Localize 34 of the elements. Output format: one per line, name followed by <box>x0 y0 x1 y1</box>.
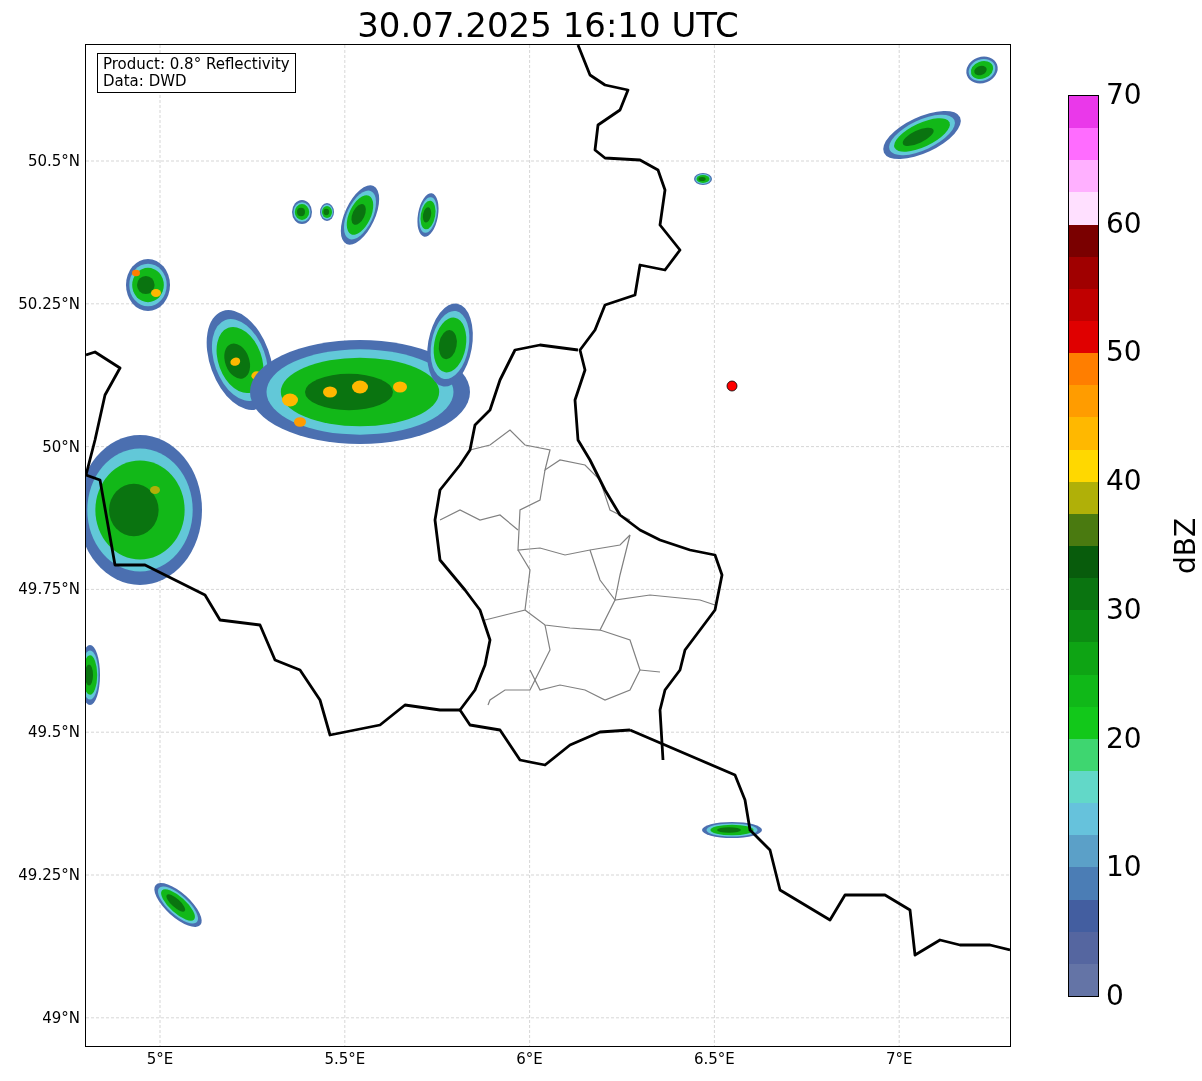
radar-echo <box>86 645 100 705</box>
colorbar-tick-label: 20 <box>1106 722 1142 755</box>
latitude-label: 50.5°N <box>27 152 80 170</box>
latitude-label: 49.25°N <box>18 866 80 884</box>
colorbar-label: dBZ <box>1170 517 1202 575</box>
radar-echo <box>702 822 762 838</box>
legend-text: Product: 0.8° Reflectivity Data: DWD <box>97 53 296 93</box>
colorbar-tick-label: 60 <box>1106 207 1142 240</box>
radar-echo <box>417 193 439 237</box>
longitude-label: 6.5°E <box>693 1050 735 1068</box>
colorbar-tick-label: 0 <box>1106 980 1124 1012</box>
colorbar-tick-label: 50 <box>1106 336 1142 369</box>
longitude-label: 5°E <box>146 1050 174 1068</box>
radar-echo <box>966 56 998 84</box>
latitude-label: 49.5°N <box>27 723 80 742</box>
radar-echo <box>292 200 312 224</box>
latitude-label: 49°N <box>42 1008 80 1027</box>
longitude-label: 7°E <box>885 1050 913 1068</box>
colorbar-tick-label: 30 <box>1106 593 1142 626</box>
radar-echo <box>694 173 712 185</box>
colorbar-tick-label: 40 <box>1106 465 1142 498</box>
latitude-label: 50°N <box>42 437 80 456</box>
radar-echo <box>154 883 202 927</box>
radar-echo <box>340 185 380 245</box>
latitude-label: 49.75°N <box>18 580 80 599</box>
longitude-label: 6°E <box>516 1050 543 1068</box>
colorbar-tick-label: 10 <box>1106 851 1142 884</box>
colorbar-tick-label: 70 <box>1106 79 1142 111</box>
radar-echo <box>320 203 334 221</box>
longitude-label: 5.5°E <box>324 1050 366 1068</box>
radar-echo <box>126 259 170 311</box>
chart-title: 30.07.2025 16:10 UTC <box>356 4 740 46</box>
latitude-label: 50.25°N <box>18 294 80 313</box>
location-marker <box>726 380 738 392</box>
